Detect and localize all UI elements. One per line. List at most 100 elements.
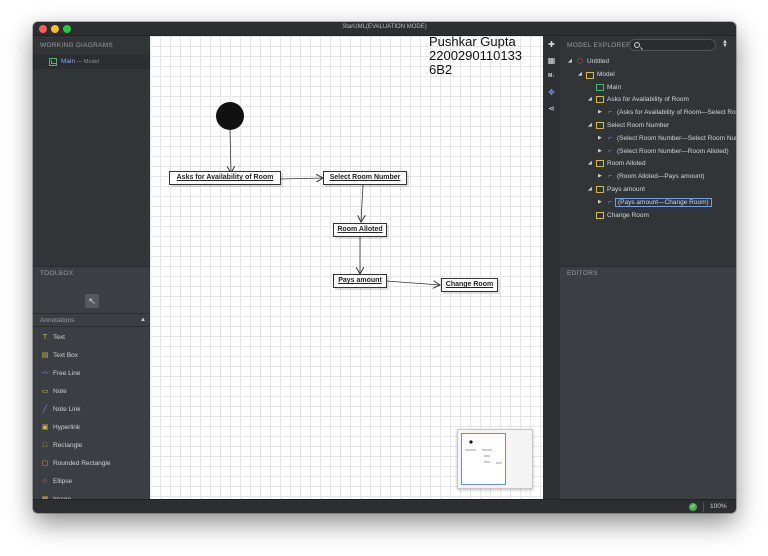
expand-arrow-icon[interactable]: ▶ xyxy=(598,109,604,115)
title-bar: StarUML(EVALUATION MODE) xyxy=(33,22,736,36)
collapse-arrow-icon[interactable]: ◢ xyxy=(578,71,584,77)
node-asks-for-availability[interactable]: Asks for Availability of Room xyxy=(169,171,281,185)
ellipse-icon: ○ xyxy=(42,478,48,485)
tree-item[interactable]: ◢ Room Alloted xyxy=(588,158,736,170)
collapse-arrow-icon[interactable]: ◢ xyxy=(588,122,594,128)
validation-ok-icon[interactable]: ✓ xyxy=(689,503,697,511)
diagram-minimap[interactable] xyxy=(457,429,533,489)
class-icon xyxy=(596,96,604,104)
diagram-canvas[interactable]: Asks for Availability of Room Select Roo… xyxy=(150,36,543,499)
model-explorer-header: MODEL EXPLORER xyxy=(567,42,632,49)
expand-arrow-icon[interactable]: ▶ xyxy=(598,173,604,179)
tool-label: Rectangle xyxy=(53,442,83,449)
initial-state-node[interactable] xyxy=(216,102,244,130)
diagram-layout-icon[interactable]: ▦ xyxy=(546,55,557,66)
tree-item[interactable]: Main xyxy=(588,82,736,94)
markdown-icon[interactable]: M↓ xyxy=(546,71,557,82)
tree-item[interactable]: Change Room xyxy=(588,210,736,222)
working-diagrams-panel: WORKING DIAGRAMS Main — Model xyxy=(33,36,150,266)
minimap-viewport[interactable] xyxy=(461,433,506,485)
tree-item[interactable]: ▶ ⌐ (Room Alloted—Pays amount) xyxy=(598,171,736,183)
tool-note[interactable]: ▭ Note xyxy=(40,386,148,398)
tool-rounded-rectangle[interactable]: ▢ Rounded Rectangle xyxy=(40,458,148,470)
text-icon: T xyxy=(42,334,48,341)
tool-free-line[interactable]: 〰 Free Line xyxy=(40,368,148,380)
share-icon[interactable]: ⋖ xyxy=(546,103,557,114)
select-pointer-tool[interactable]: ↖ xyxy=(85,294,99,308)
working-diagram-item-main[interactable]: Main — Model xyxy=(33,55,150,69)
association-icon: ⌐ xyxy=(607,173,613,181)
collapse-arrow-icon[interactable]: ◢ xyxy=(588,186,594,192)
tool-hyperlink[interactable]: ▣ Hyperlink xyxy=(40,422,148,434)
collapse-arrow-icon[interactable]: ◢ xyxy=(568,58,574,64)
divider xyxy=(703,502,704,512)
tree-item[interactable]: ▶ ⌐ (Pays amount—Change Room) xyxy=(598,197,736,209)
tree-item-label: Change Room xyxy=(607,211,649,219)
tree-item[interactable]: ◢ ⬡ Untitled xyxy=(568,56,736,68)
tree-item-label: Pays amount xyxy=(607,186,645,193)
node-change-room[interactable]: Change Room xyxy=(441,278,498,292)
tool-rectangle[interactable]: □ Rectangle xyxy=(40,440,148,452)
tool-text[interactable]: T Text xyxy=(40,332,148,344)
tree-item-label: Untitled xyxy=(587,58,610,65)
tree-item[interactable]: ▶ ⌐ (Asks for Availability of Room—Select … xyxy=(598,107,736,119)
association-icon: ⌐ xyxy=(607,198,613,206)
tree-item[interactable]: ▶ ⌐ (Select Room Number—Room Alloted) xyxy=(598,146,736,158)
class-icon xyxy=(596,160,604,168)
node-select-room-number[interactable]: Select Room Number xyxy=(323,171,407,185)
tree-item-label: Select Room Number xyxy=(607,122,670,129)
annotations-section-header[interactable]: Annotations ▲ xyxy=(33,313,150,327)
text-box-icon: ▤ xyxy=(41,352,49,359)
edge-pays-to-change[interactable] xyxy=(385,281,440,285)
edge-asks-to-select[interactable] xyxy=(279,178,323,179)
tree-item[interactable]: ▶⌐ (Select Room Number—Select Room Number… xyxy=(598,133,736,145)
tree-item-label: Asks for Availability of Room xyxy=(607,96,689,104)
expand-arrow-icon[interactable]: ▶ xyxy=(598,148,604,154)
working-diagrams-header: WORKING DIAGRAMS xyxy=(40,42,114,49)
tool-text-box[interactable]: ▤ Text Box xyxy=(40,350,148,362)
minimap-preview xyxy=(465,440,502,464)
status-bar: ✓ 100% xyxy=(33,499,736,513)
tree-item[interactable]: ◢ Pays amount xyxy=(588,184,736,196)
search-icon xyxy=(634,42,640,48)
rounded-rectangle-icon: ▢ xyxy=(41,460,49,467)
expand-arrow-icon[interactable]: ▶ xyxy=(598,135,604,141)
tool-note-link[interactable]: ╱ Note Link xyxy=(40,404,148,416)
tree-item[interactable]: ◢ Model xyxy=(578,69,736,81)
node-pays-amount[interactable]: Pays amount xyxy=(333,274,387,288)
tree-item[interactable]: ◢ Asks for Availability of Room xyxy=(588,94,736,106)
tree-item-label: Model xyxy=(597,70,615,78)
extensions-puzzle-icon[interactable]: ✚ xyxy=(546,39,557,50)
edge-select-to-alloted[interactable] xyxy=(361,184,363,222)
tool-label: Text xyxy=(53,334,65,341)
node-room-alloted[interactable]: Room Alloted xyxy=(333,223,387,237)
model-search-input[interactable] xyxy=(629,39,716,51)
class-diagram-icon xyxy=(596,83,604,91)
tool-label: Note Link xyxy=(53,406,81,413)
author-roll-number: 2200290110133 xyxy=(429,48,523,63)
side-toolbar: ✚ ▦ M↓ ✥ ⋖ xyxy=(543,36,560,499)
association-icon: ⌐ xyxy=(607,147,613,155)
move-navigate-icon[interactable]: ✥ xyxy=(546,87,557,98)
toolbox-header: TOOLBOX xyxy=(40,270,74,277)
working-diagram-owner: — Model xyxy=(76,59,99,65)
sort-updown-icon[interactable]: ▲ ▼ xyxy=(722,39,728,49)
window-title: StarUML(EVALUATION MODE) xyxy=(342,24,427,30)
expand-arrow-icon[interactable]: ▶ xyxy=(598,199,604,205)
tree-item[interactable]: ◢ Select Room Number xyxy=(588,120,736,132)
working-diagram-name: Main xyxy=(61,58,76,65)
rectangle-icon: □ xyxy=(42,442,48,449)
zoom-level[interactable]: 100% xyxy=(710,503,727,510)
tool-ellipse[interactable]: ○ Ellipse xyxy=(40,476,148,488)
model-folder-icon xyxy=(586,71,594,79)
tree-item-label: Room Alloted xyxy=(607,160,646,168)
collapse-arrow-icon[interactable]: ◢ xyxy=(588,160,594,166)
class-icon xyxy=(596,211,604,219)
tool-label: Rounded Rectangle xyxy=(53,460,111,467)
author-text-box[interactable]: Pushkar Gupta 2200290110133 6B2 xyxy=(429,36,522,77)
left-sidebar: WORKING DIAGRAMS Main — Model TOOLBOX ↖ … xyxy=(33,36,150,503)
cursor-icon: ↖ xyxy=(88,296,96,306)
tool-label: Note xyxy=(53,388,67,395)
edge-initial-to-asks[interactable] xyxy=(230,129,231,173)
collapse-arrow-icon[interactable]: ◢ xyxy=(588,96,594,102)
